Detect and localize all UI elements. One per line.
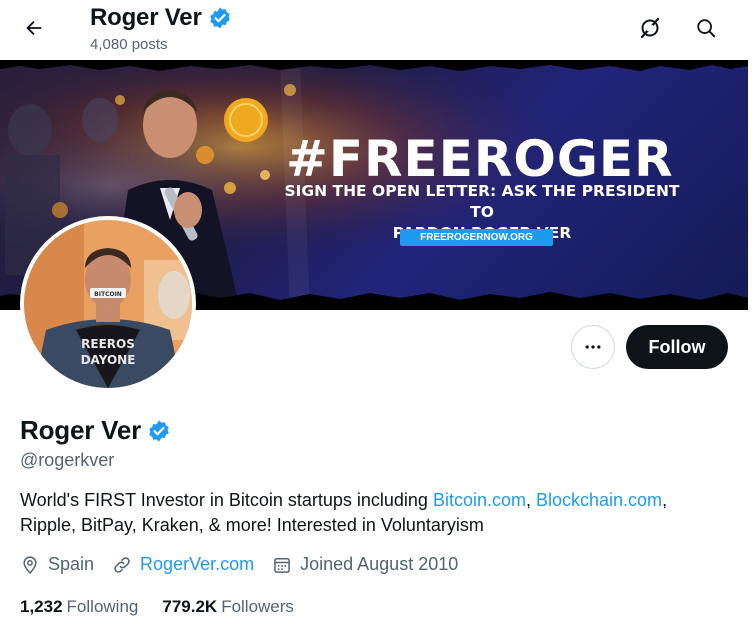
avatar-image: REEROS DAYONE BITCOIN <box>24 220 192 388</box>
banner-url: FREEROGERNOW.ORG <box>400 229 553 246</box>
website-item[interactable]: RogerVer.com <box>112 554 254 575</box>
follow-button[interactable]: Follow <box>626 325 728 369</box>
banner-headline: #FREEROGER <box>286 130 674 188</box>
profile-bio: World's FIRST Investor in Bitcoin startu… <box>20 488 735 538</box>
following-stat[interactable]: 1,232 Following <box>20 597 138 617</box>
more-dots-icon <box>585 345 601 349</box>
shirt-text-1: REEROS <box>81 337 135 351</box>
search-icon <box>697 19 716 38</box>
more-options-button[interactable] <box>571 325 615 369</box>
profile-name: Roger Ver <box>20 415 142 445</box>
bio-link-blockchain[interactable]: Blockchain.com <box>536 490 662 510</box>
bio-line-2: Ripple, BitPay, Kraken, & more! Interest… <box>20 515 484 535</box>
joined-item: Joined August 2010 <box>272 554 458 575</box>
following-label: Following <box>66 597 139 616</box>
location-pin-icon <box>23 555 37 574</box>
banner-subline-1: SIGN THE OPEN LETTER: ASK THE PRESIDENT … <box>284 182 680 221</box>
search-button[interactable] <box>686 8 726 48</box>
bio-text-2: , <box>662 490 668 510</box>
avatar-photo: REEROS DAYONE BITCOIN <box>24 220 192 388</box>
header-title: Roger Ver 4,080 posts <box>90 4 232 53</box>
post-count: 4,080 posts <box>90 36 168 53</box>
back-arrow-icon <box>26 20 42 36</box>
verified-badge-icon[interactable] <box>147 419 171 443</box>
shirt-text-2: DAYONE <box>81 353 136 367</box>
followers-count: 779.2K <box>162 597 218 616</box>
website-link[interactable]: RogerVer.com <box>140 554 254 575</box>
followers-label: Followers <box>221 597 294 616</box>
location-item: Spain <box>20 554 94 575</box>
profile-name-row: Roger Ver <box>20 415 171 446</box>
profile-handle: @rogerkver <box>20 450 115 470</box>
followers-stat[interactable]: 779.2K Followers <box>162 597 294 617</box>
bio-text: World's FIRST Investor in Bitcoin startu… <box>20 490 433 510</box>
link-icon <box>114 556 130 573</box>
top-bar: Roger Ver 4,080 posts <box>0 0 752 60</box>
bio-link-bitcoin[interactable]: Bitcoin.com <box>433 490 526 510</box>
calendar-icon <box>274 557 290 573</box>
verified-badge-icon[interactable] <box>208 6 232 30</box>
tape-text: BITCOIN <box>94 291 122 298</box>
header-name: Roger Ver <box>90 4 202 31</box>
follow-stats: 1,232 Following 779.2K Followers <box>20 597 294 617</box>
avatar[interactable]: REEROS DAYONE BITCOIN <box>20 216 196 392</box>
following-count: 1,232 <box>20 597 63 616</box>
bio-sep: , <box>525 490 536 510</box>
profile-meta: Spain RogerVer.com Joined August 2010 <box>20 554 476 575</box>
profile-page: Roger Ver 4,080 posts #FREEROGER SIGN TH… <box>0 0 752 626</box>
location-text: Spain <box>48 554 95 574</box>
grok-button[interactable] <box>630 8 670 48</box>
grok-icon <box>640 17 660 39</box>
joined-text: Joined August 2010 <box>300 554 459 574</box>
back-button[interactable] <box>14 8 54 48</box>
